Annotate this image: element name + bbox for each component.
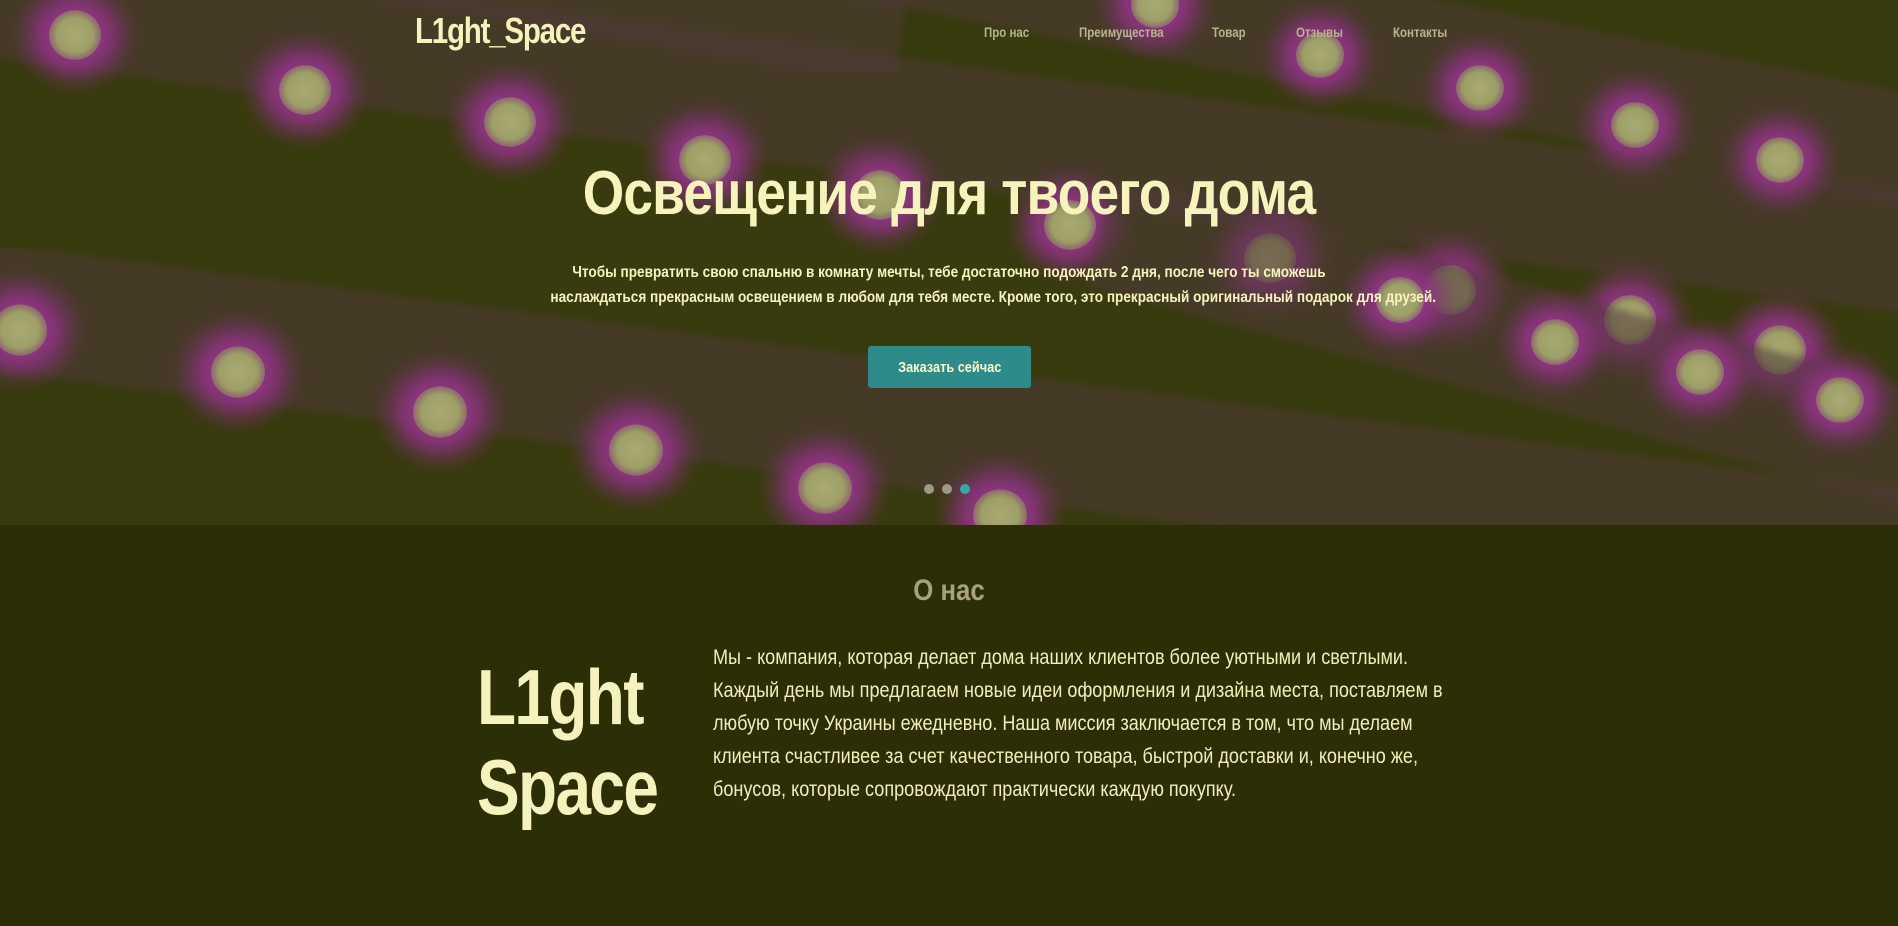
about-logo-line: Space <box>477 743 659 831</box>
nav-item-advantages[interactable]: Преимущества <box>1079 24 1188 40</box>
slider-dot-1[interactable] <box>924 484 934 494</box>
about-brand-logo: L1ght Space <box>477 652 659 832</box>
top-navigation-bar: L1ght_Space Про нас Преимущества Товар О… <box>0 0 1898 66</box>
about-description-line: клиента счастливее за счет качественного… <box>713 745 1418 768</box>
slider-pagination <box>924 484 970 494</box>
about-title: О нас <box>913 574 985 607</box>
order-now-button[interactable]: Заказать сейчас <box>868 346 1031 388</box>
slider-dot-3-active[interactable] <box>960 484 970 494</box>
about-description-line: бонусов, которые сопровождают практическ… <box>713 778 1236 801</box>
nav-item-contacts[interactable]: Контакты <box>1393 24 1459 40</box>
brand-logo[interactable]: L1ght_Space <box>415 10 586 52</box>
hero-description-line: Чтобы превратить свою спальню в комнату … <box>572 264 1326 281</box>
nav-item-about[interactable]: Про нас <box>984 24 1062 40</box>
about-description-line: любую точку Украины ежедневно. Наша мисс… <box>713 712 1413 735</box>
about-description: Мы - компания, которая делает дома наших… <box>713 641 1443 806</box>
about-logo-line: L1ght <box>477 653 645 741</box>
nav-item-reviews[interactable]: Отзывы <box>1296 24 1376 40</box>
slider-dot-2[interactable] <box>942 484 952 494</box>
hero-description: Чтобы превратить свою спальню в комнату … <box>550 260 1437 310</box>
nav-item-product[interactable]: Товар <box>1212 24 1281 40</box>
order-now-button-label: Заказать сейчас <box>897 358 1002 376</box>
about-description-line: Каждый день мы предлагаем новые идеи офо… <box>713 679 1443 702</box>
hero-title: Освещение для твоего дома <box>582 159 1316 228</box>
hero-section: L1ght_Space Про нас Преимущества Товар О… <box>0 0 1898 525</box>
hero-description-line: наслаждаться прекрасным освещением в люб… <box>550 289 1437 306</box>
about-description-line: Мы - компания, которая делает дома наших… <box>713 646 1409 669</box>
main-nav: Про нас Преимущества Товар Отзывы Контак… <box>984 24 1473 40</box>
